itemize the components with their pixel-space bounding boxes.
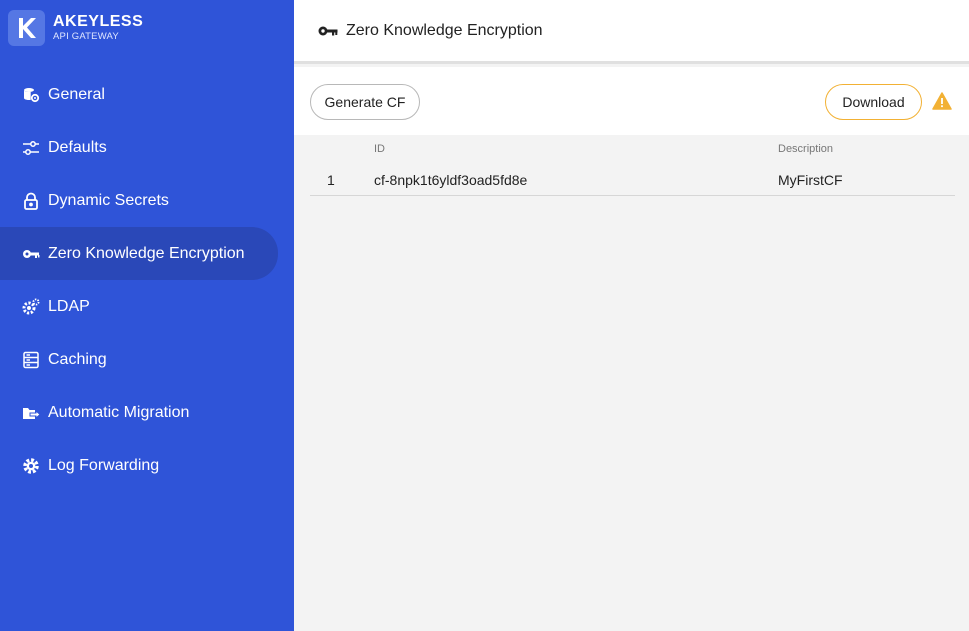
sidebar-item-label: LDAP [48, 297, 90, 315]
migration-icon [22, 404, 40, 422]
sidebar-item-log-forwarding[interactable]: Log Forwarding [0, 439, 278, 492]
table-header: ID Description [310, 135, 955, 163]
sidebar-item-label: General [48, 85, 105, 103]
sidebar-item-label: Zero Knowledge Encryption [48, 244, 245, 262]
sidebar-item-automatic-migration[interactable]: Automatic Migration [0, 386, 278, 439]
database-gear-icon [22, 86, 40, 104]
sidebar-item-zero-knowledge-encryption[interactable]: Zero Knowledge Encryption [0, 227, 278, 280]
warning-icon[interactable] [932, 92, 952, 110]
row-id: cf-8npk1t6yldf3oad5fd8e [374, 172, 528, 188]
server-icon [22, 351, 40, 369]
sidebar: AKEYLESS API GATEWAY General Defaults Dy… [0, 0, 294, 631]
sidebar-item-label: Log Forwarding [48, 456, 160, 474]
toolbar: Generate CF Download [294, 67, 969, 135]
row-index: 1 [327, 172, 335, 188]
logo-k-icon [8, 10, 45, 46]
generate-cf-button[interactable]: Generate CF [310, 84, 420, 120]
key-icon [22, 245, 40, 263]
sidebar-item-general[interactable]: General [0, 68, 278, 121]
column-header-description: Description [778, 143, 834, 155]
gear-icon [22, 457, 40, 475]
sidebar-item-label: Defaults [48, 138, 107, 156]
cf-table: ID Description 1 cf-8npk1t6yldf3oad5fd8e… [294, 135, 969, 631]
row-description: MyFirstCF [778, 172, 843, 188]
sidebar-item-dynamic-secrets[interactable]: Dynamic Secrets [0, 174, 278, 227]
sidebar-item-caching[interactable]: Caching [0, 333, 278, 386]
sliders-icon [22, 139, 40, 157]
brand-name: AKEYLESS [53, 13, 144, 31]
sidebar-item-label: Caching [48, 350, 107, 368]
sidebar-item-ldap[interactable]: LDAP [0, 280, 278, 333]
sidebar-item-defaults[interactable]: Defaults [0, 121, 278, 174]
brand-logo[interactable]: AKEYLESS API GATEWAY [8, 10, 143, 46]
download-button[interactable]: Download [825, 84, 922, 120]
page-title: Zero Knowledge Encryption [346, 21, 543, 39]
brand-subtitle: API GATEWAY [53, 31, 119, 43]
key-icon [318, 21, 338, 41]
column-header-id: ID [374, 143, 385, 155]
cogs-icon [22, 298, 40, 316]
page-header: Zero Knowledge Encryption [294, 0, 969, 64]
lock-icon [22, 192, 40, 210]
sidebar-item-label: Automatic Migration [48, 403, 190, 421]
sidebar-nav: General Defaults Dynamic Secrets Zero Kn… [0, 68, 294, 492]
table-row[interactable]: 1 cf-8npk1t6yldf3oad5fd8e MyFirstCF [310, 163, 955, 196]
sidebar-item-label: Dynamic Secrets [48, 191, 169, 209]
